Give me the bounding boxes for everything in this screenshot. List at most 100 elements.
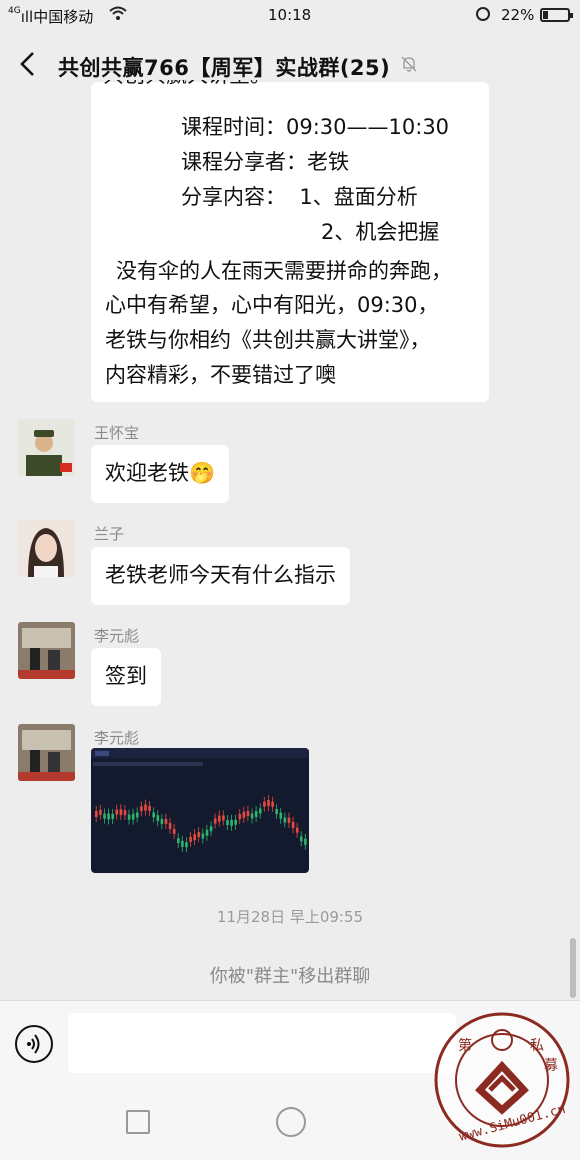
svg-text:募: 募 bbox=[544, 1058, 558, 1074]
announcement-line: 老铁与你相约《共创共赢大讲堂》， bbox=[105, 328, 431, 352]
system-notice: 你被"群主"移出群聊 bbox=[209, 966, 371, 987]
candle-body bbox=[131, 813, 135, 820]
candle-body bbox=[140, 806, 143, 812]
candle-body bbox=[246, 810, 250, 816]
announcement-line: 课程分享者：老铁 bbox=[181, 150, 349, 174]
candle-body bbox=[177, 838, 180, 844]
carrier-label: 4Gıll中国移动 bbox=[8, 6, 93, 27]
sender-name: 王怀宝 bbox=[94, 424, 140, 442]
candle-body bbox=[259, 808, 262, 814]
candle-body bbox=[181, 840, 184, 847]
candle-body bbox=[263, 801, 266, 807]
status-bar: 4Gıll中国移动 10:18 22% bbox=[0, 0, 580, 32]
candle-body bbox=[185, 842, 188, 848]
announcement-line: 内容精彩，不要错过了噢 bbox=[105, 363, 336, 387]
chat-title: 共创共赢766【周军】实战群(25) bbox=[58, 56, 391, 80]
candle-body bbox=[168, 823, 172, 830]
candle-body bbox=[275, 809, 278, 815]
battery-level-fill bbox=[543, 11, 548, 19]
candle-body bbox=[197, 832, 201, 838]
announcement-line: 课程时间：09:30——10:30 bbox=[181, 115, 450, 139]
candle-body bbox=[136, 812, 139, 818]
rotation-lock-icon bbox=[476, 7, 490, 21]
avatar-room-image bbox=[18, 724, 75, 781]
candle-body bbox=[111, 813, 114, 819]
candle-body bbox=[238, 814, 242, 820]
home-button[interactable] bbox=[276, 1107, 306, 1137]
candle-body bbox=[205, 829, 209, 836]
battery-icon bbox=[540, 8, 573, 22]
back-icon[interactable] bbox=[18, 50, 38, 83]
svg-text:第: 第 bbox=[458, 1037, 472, 1054]
message-text: 欢迎老铁 bbox=[105, 461, 189, 485]
candle-body bbox=[193, 834, 196, 841]
avatar[interactable] bbox=[18, 724, 75, 781]
candle-body bbox=[127, 814, 131, 820]
candle-body bbox=[152, 812, 155, 818]
sender-name: 李元彪 bbox=[94, 729, 140, 747]
candle-body bbox=[107, 813, 110, 820]
candle-body bbox=[95, 811, 98, 817]
candle-body bbox=[271, 801, 274, 807]
candle-body bbox=[164, 818, 168, 824]
announcement-line: 没有伞的人在雨天需要拼命的奔跑， bbox=[116, 259, 452, 283]
candle-body bbox=[213, 818, 217, 824]
candle-body bbox=[218, 815, 221, 822]
avatar-soldier-image bbox=[18, 419, 75, 476]
candle-body bbox=[201, 833, 205, 839]
stock-chart-thumbnail[interactable] bbox=[91, 748, 309, 873]
candle-body bbox=[189, 836, 192, 842]
wifi-icon bbox=[108, 5, 128, 25]
scrollbar[interactable] bbox=[570, 938, 576, 998]
announcement-line: 心中有希望，心中有阳光，09:30， bbox=[105, 293, 439, 317]
avatar-woman-image bbox=[18, 520, 75, 577]
carrier-name: 中国移动 bbox=[33, 8, 94, 26]
candle-body bbox=[283, 817, 287, 823]
message-timestamp: 11月28日 早上09:55 bbox=[216, 908, 364, 926]
avatar[interactable] bbox=[18, 520, 75, 577]
message-bubble[interactable]: 欢迎老铁🤭 bbox=[91, 445, 230, 503]
candle-body bbox=[295, 827, 299, 833]
announcement-line: 分享内容： 1、盘面分析 bbox=[181, 185, 418, 209]
candle-body bbox=[144, 804, 147, 811]
signal-type: 4G bbox=[8, 6, 21, 16]
message-bubble[interactable]: 签到 bbox=[91, 648, 161, 706]
candle-body bbox=[242, 811, 246, 818]
candle-body bbox=[250, 813, 254, 819]
message-bubble[interactable]: 老铁老师今天有什么指示 bbox=[91, 547, 350, 605]
avatar[interactable] bbox=[18, 622, 75, 679]
recent-apps-button[interactable] bbox=[126, 1110, 150, 1134]
candle-body bbox=[209, 826, 213, 832]
candle-body bbox=[222, 815, 225, 821]
candle-body bbox=[103, 813, 106, 819]
message-text: 老铁老师今天有什么指示 bbox=[105, 563, 336, 587]
signal-icon: ıll bbox=[20, 8, 34, 26]
voice-icon bbox=[27, 1034, 40, 1054]
avatar[interactable] bbox=[18, 419, 75, 476]
battery-percent: 22% bbox=[501, 6, 535, 24]
cut-off-line: 共创共赢大讲堂。 bbox=[103, 80, 283, 100]
candle-body bbox=[234, 819, 237, 825]
candle-body bbox=[300, 836, 303, 842]
sender-name: 李元彪 bbox=[94, 627, 140, 645]
candlestick-chart-image bbox=[91, 748, 309, 853]
candle-body bbox=[267, 800, 270, 807]
candle-body bbox=[123, 810, 127, 816]
announcement-line: 2、机会把握 bbox=[321, 220, 440, 244]
candle-body bbox=[226, 820, 229, 826]
candle-body bbox=[304, 838, 307, 845]
candle-body bbox=[160, 819, 164, 825]
mute-bell-icon bbox=[401, 56, 417, 72]
emoji: 🤭 bbox=[189, 461, 216, 485]
voice-input-button[interactable] bbox=[15, 1025, 53, 1063]
candle-body bbox=[115, 809, 119, 815]
candle-body bbox=[172, 828, 176, 834]
candle-body bbox=[119, 809, 123, 816]
candle-body bbox=[291, 822, 295, 829]
sender-name: 兰子 bbox=[94, 525, 125, 543]
candle-body bbox=[148, 805, 151, 811]
avatar-room-image bbox=[18, 622, 75, 679]
candle-body bbox=[230, 819, 233, 826]
message-input[interactable] bbox=[68, 1013, 456, 1073]
watermark-seal: 第 私 募 www.SiMu001.cn bbox=[434, 1012, 570, 1148]
